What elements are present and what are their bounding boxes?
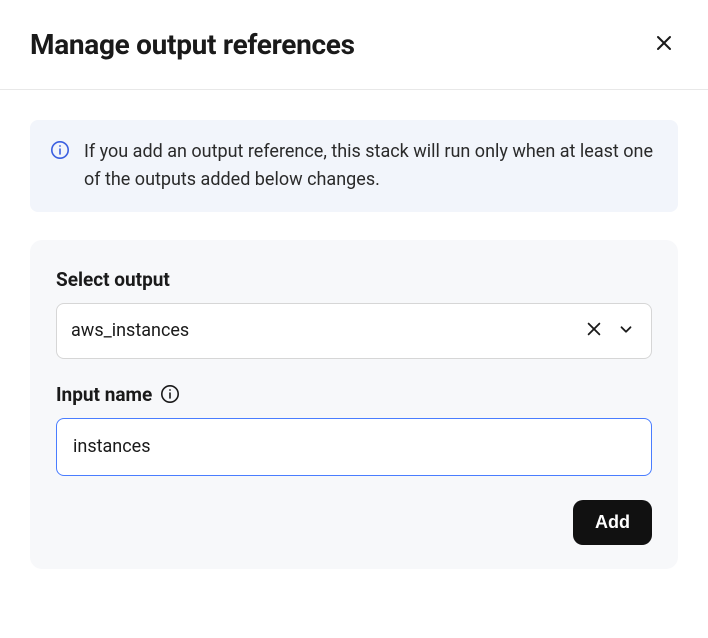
select-output-label-text: Select output xyxy=(56,268,170,291)
info-icon[interactable] xyxy=(160,384,180,404)
select-clear-button[interactable] xyxy=(583,318,605,343)
input-name-field[interactable] xyxy=(56,418,652,476)
input-name-group: Input name xyxy=(56,383,652,476)
close-icon xyxy=(585,320,603,341)
chevron-down-icon xyxy=(617,320,635,341)
select-output-value: aws_instances xyxy=(71,320,583,341)
info-banner: If you add an output reference, this sta… xyxy=(30,120,678,212)
input-name-label-text: Input name xyxy=(56,383,152,406)
select-output-icons xyxy=(583,318,637,343)
close-icon xyxy=(654,33,674,56)
modal-body: If you add an output reference, this sta… xyxy=(0,90,708,599)
select-chevron-button[interactable] xyxy=(615,318,637,343)
modal-title: Manage output references xyxy=(30,28,355,61)
form-actions: Add xyxy=(56,500,652,545)
modal-header: Manage output references xyxy=(0,0,708,90)
form-panel: Select output aws_instances xyxy=(30,240,678,569)
add-button[interactable]: Add xyxy=(573,500,652,545)
select-output-group: Select output aws_instances xyxy=(56,268,652,359)
select-output-label: Select output xyxy=(56,268,652,291)
input-name-label: Input name xyxy=(56,383,652,406)
info-text: If you add an output reference, this sta… xyxy=(84,138,658,194)
select-output-dropdown[interactable]: aws_instances xyxy=(56,303,652,359)
info-icon xyxy=(50,140,70,164)
close-button[interactable] xyxy=(650,29,678,60)
